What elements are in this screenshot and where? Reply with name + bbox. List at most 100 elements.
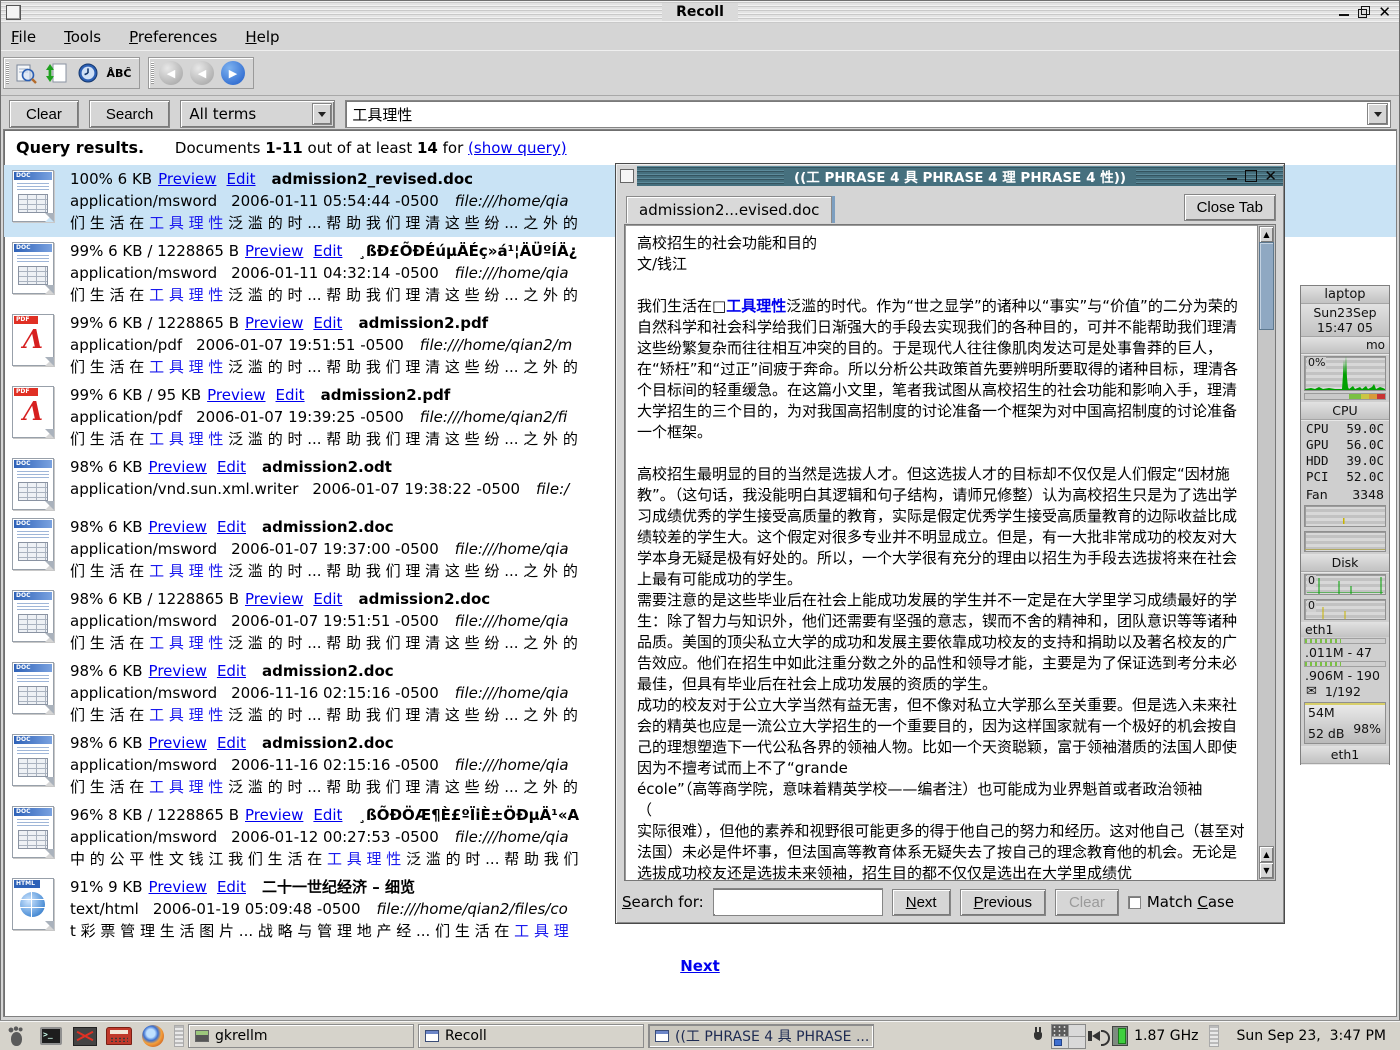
preview-link[interactable]: Preview <box>245 806 303 824</box>
fan-chart-lower[interactable] <box>1304 531 1386 551</box>
preview-link[interactable]: Preview <box>245 590 303 608</box>
terminal-launcher-icon[interactable]: >_ <box>34 1023 68 1049</box>
firefox-launcher-icon[interactable] <box>136 1023 170 1049</box>
preview-tab[interactable]: admission2...evised.doc <box>626 196 832 223</box>
menubar: File Tools Preferences Help <box>1 23 1399 50</box>
taskbar-task-button[interactable]: Recoll <box>418 1024 644 1048</box>
next-page-link[interactable]: Next <box>680 957 720 975</box>
temp-value: 39.0C <box>1346 453 1384 469</box>
nav-forward-icon[interactable]: ▶ <box>219 60 247 86</box>
scroll-down-icon[interactable] <box>1259 862 1274 879</box>
temp-name: CPU <box>1306 421 1329 437</box>
scrollbar-thumb[interactable] <box>1259 242 1274 330</box>
disk-chart-1[interactable]: 0 <box>1304 574 1386 596</box>
workspace-3[interactable] <box>1052 1037 1068 1048</box>
cpu-chart[interactable]: 0% <box>1304 356 1386 391</box>
scroll-up2-icon[interactable] <box>1259 846 1274 863</box>
preview-maximize-icon[interactable] <box>1245 170 1257 182</box>
maximize-icon[interactable] <box>1358 6 1370 18</box>
chevron-down-icon[interactable] <box>312 103 332 125</box>
preview-titlebar[interactable]: ((工 PHRASE 4 具 PHRASE 4 理 PHRASE 4 性)) ✕ <box>637 166 1283 186</box>
query-fragments-icon[interactable] <box>12 60 40 86</box>
scroll-up-icon[interactable] <box>1259 226 1274 243</box>
edit-link[interactable]: Edit <box>217 458 246 476</box>
edit-link[interactable]: Edit <box>276 386 305 404</box>
mail-monitor[interactable]: ✉ 1/192 <box>1301 683 1389 700</box>
preview-scrollbar[interactable] <box>1257 225 1275 880</box>
edit-link[interactable]: Edit <box>217 878 246 896</box>
preview-link[interactable]: Preview <box>207 386 265 404</box>
preview-link[interactable]: Preview <box>149 878 207 896</box>
find-clear-button[interactable]: Clear <box>1055 889 1119 916</box>
power-plug-icon[interactable] <box>1031 1026 1045 1046</box>
edit-link[interactable]: Edit <box>217 734 246 752</box>
edit-link[interactable]: Edit <box>313 806 342 824</box>
preview-link[interactable]: Preview <box>149 518 207 536</box>
find-previous-button[interactable]: Previous <box>960 889 1046 916</box>
result-title: admission2.doc <box>262 734 394 752</box>
nav-back-icon[interactable]: ◀ <box>188 60 216 86</box>
menu-tools[interactable]: Tools <box>64 28 101 46</box>
edit-link[interactable]: Edit <box>313 242 342 260</box>
result-mimetype: application/msword <box>70 828 217 846</box>
edit-link[interactable]: Edit <box>217 662 246 680</box>
find-next-button[interactable]: Next <box>892 889 951 916</box>
edit-link[interactable]: Edit <box>217 518 246 536</box>
taskbar-task-button[interactable]: ((工 PHRASE 4 具 PHRASE ... <box>648 1024 874 1048</box>
nav-first-icon[interactable]: ◀ <box>157 60 185 86</box>
preview-minimize-icon[interactable] <box>1226 170 1238 182</box>
taskbar: >_ gkrellmRecoll((工 PHRASE 4 具 PHRASE ..… <box>0 1021 1400 1050</box>
show-query-link[interactable]: (show query) <box>468 139 567 157</box>
search-mode-select[interactable]: All terms <box>180 100 335 128</box>
preview-link[interactable]: Preview <box>158 170 216 188</box>
menu-preferences[interactable]: Preferences <box>129 28 217 46</box>
clear-button[interactable]: Clear <box>9 100 79 128</box>
term-explorer-icon[interactable]: ÅBĈ <box>105 60 133 86</box>
workspace-4[interactable] <box>1069 1037 1085 1048</box>
preview-link[interactable]: Preview <box>149 734 207 752</box>
workspace-switcher[interactable] <box>1051 1024 1086 1049</box>
file-type-banner: PDF <box>14 316 38 324</box>
temp-value: 56.0C <box>1346 437 1384 453</box>
cpu-frequency-icon[interactable] <box>1112 1026 1128 1046</box>
volume-icon[interactable] <box>1092 1031 1106 1041</box>
preview-link[interactable]: Preview <box>149 458 207 476</box>
menu-help[interactable]: Help <box>245 28 279 46</box>
edit-link[interactable]: Edit <box>313 314 342 332</box>
menu-file[interactable]: File <box>11 28 36 46</box>
preview-link[interactable]: Preview <box>245 242 303 260</box>
history-icon[interactable] <box>74 60 102 86</box>
preview-close-icon[interactable]: ✕ <box>1264 170 1277 182</box>
fan-chart-upper[interactable] <box>1304 505 1386 527</box>
gkrellm-clock[interactable]: Sun23Sep 15:47 05 <box>1301 304 1389 337</box>
close-icon[interactable]: ✕ <box>1378 6 1391 18</box>
temp-value: 52.0C <box>1346 469 1384 485</box>
query-history-arrow-icon[interactable] <box>1367 103 1388 125</box>
match-case-checkbox[interactable] <box>1128 896 1141 909</box>
preview-link[interactable]: Preview <box>149 662 207 680</box>
window-titlebar[interactable]: Recoll ✕ <box>1 1 1399 23</box>
gnome-menu-icon[interactable] <box>0 1023 34 1049</box>
memory-panel[interactable]: 54M 98% 52 dB <box>1304 702 1386 744</box>
disk-chart-2[interactable]: 0 <box>1304 599 1386 619</box>
gkrellm-window[interactable]: laptop Sun23Sep 15:47 05 mo 0% CPU CPU59… <box>1300 285 1390 765</box>
preview-window-menu-icon[interactable] <box>620 169 634 183</box>
edit-link[interactable]: Edit <box>313 590 342 608</box>
minimize-icon[interactable] <box>1338 6 1350 18</box>
workspace-2[interactable] <box>1069 1025 1085 1036</box>
sort-parameters-icon[interactable] <box>43 60 71 86</box>
taskbar-handle[interactable] <box>174 1025 184 1047</box>
force-quit-icon[interactable] <box>68 1023 102 1049</box>
typewriter-launcher-icon[interactable] <box>102 1023 136 1049</box>
query-input[interactable] <box>348 103 1368 125</box>
edit-link[interactable]: Edit <box>226 170 255 188</box>
temp-name: GPU <box>1306 437 1329 453</box>
preview-link[interactable]: Preview <box>245 314 303 332</box>
taskbar-clock[interactable]: Sun Sep 23, 3:47 PM <box>1229 1028 1397 1044</box>
tray-handle[interactable] <box>1209 1025 1219 1047</box>
preview-search-input[interactable] <box>714 890 882 914</box>
workspace-1[interactable] <box>1052 1025 1068 1036</box>
search-button[interactable]: Search <box>89 100 171 128</box>
taskbar-task-button[interactable]: gkrellm <box>188 1024 414 1048</box>
close-tab-button[interactable]: Close Tab <box>1184 194 1276 221</box>
